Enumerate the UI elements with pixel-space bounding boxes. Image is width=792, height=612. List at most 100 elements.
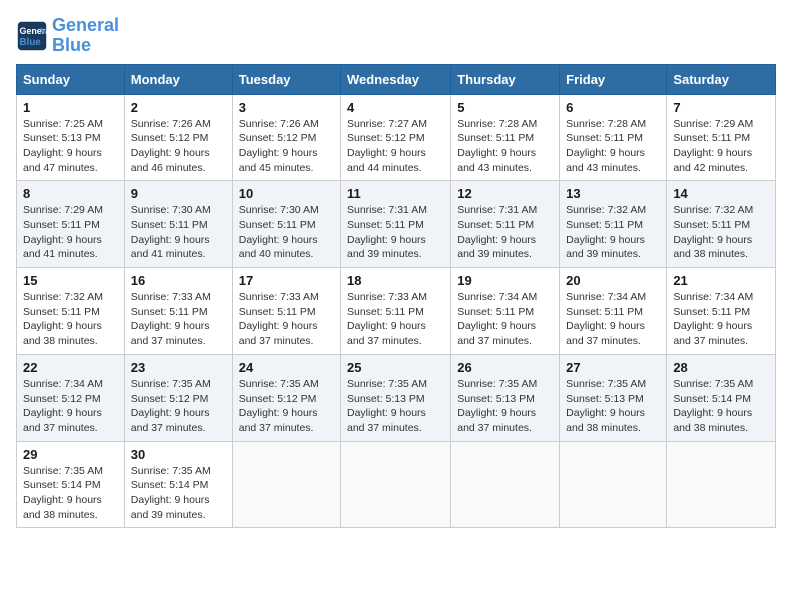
day-info: Sunrise: 7:30 AM Sunset: 5:11 PM Dayligh…: [131, 203, 226, 262]
calendar-day-cell: 5 Sunrise: 7:28 AM Sunset: 5:11 PM Dayli…: [451, 94, 560, 181]
day-info: Sunrise: 7:25 AM Sunset: 5:13 PM Dayligh…: [23, 117, 118, 176]
day-info: Sunrise: 7:35 AM Sunset: 5:14 PM Dayligh…: [131, 464, 226, 523]
calendar-week-row: 29 Sunrise: 7:35 AM Sunset: 5:14 PM Dayl…: [17, 441, 776, 528]
weekday-header-tuesday: Tuesday: [232, 64, 340, 94]
day-info: Sunrise: 7:29 AM Sunset: 5:11 PM Dayligh…: [673, 117, 769, 176]
day-info: Sunrise: 7:35 AM Sunset: 5:13 PM Dayligh…: [566, 377, 660, 436]
day-info: Sunrise: 7:31 AM Sunset: 5:11 PM Dayligh…: [457, 203, 553, 262]
calendar-day-cell: 23 Sunrise: 7:35 AM Sunset: 5:12 PM Dayl…: [124, 354, 232, 441]
weekday-header-wednesday: Wednesday: [341, 64, 451, 94]
day-number: 26: [457, 360, 553, 375]
weekday-header-saturday: Saturday: [667, 64, 776, 94]
day-info: Sunrise: 7:34 AM Sunset: 5:11 PM Dayligh…: [457, 290, 553, 349]
weekday-header-row: SundayMondayTuesdayWednesdayThursdayFrid…: [17, 64, 776, 94]
calendar-week-row: 8 Sunrise: 7:29 AM Sunset: 5:11 PM Dayli…: [17, 181, 776, 268]
day-info: Sunrise: 7:35 AM Sunset: 5:12 PM Dayligh…: [131, 377, 226, 436]
day-number: 20: [566, 273, 660, 288]
day-info: Sunrise: 7:33 AM Sunset: 5:11 PM Dayligh…: [239, 290, 334, 349]
calendar-day-cell: 4 Sunrise: 7:27 AM Sunset: 5:12 PM Dayli…: [341, 94, 451, 181]
day-number: 30: [131, 447, 226, 462]
calendar-day-cell: 7 Sunrise: 7:29 AM Sunset: 5:11 PM Dayli…: [667, 94, 776, 181]
day-info: Sunrise: 7:34 AM Sunset: 5:11 PM Dayligh…: [673, 290, 769, 349]
day-number: 2: [131, 100, 226, 115]
calendar-day-cell: 13 Sunrise: 7:32 AM Sunset: 5:11 PM Dayl…: [560, 181, 667, 268]
day-info: Sunrise: 7:26 AM Sunset: 5:12 PM Dayligh…: [239, 117, 334, 176]
day-number: 24: [239, 360, 334, 375]
header: General Blue GeneralBlue: [16, 16, 776, 56]
day-number: 7: [673, 100, 769, 115]
day-number: 21: [673, 273, 769, 288]
logo-name: GeneralBlue: [52, 16, 119, 56]
day-info: Sunrise: 7:32 AM Sunset: 5:11 PM Dayligh…: [23, 290, 118, 349]
calendar-day-cell: [232, 441, 340, 528]
calendar-week-row: 1 Sunrise: 7:25 AM Sunset: 5:13 PM Dayli…: [17, 94, 776, 181]
day-number: 15: [23, 273, 118, 288]
svg-text:Blue: Blue: [20, 37, 42, 48]
weekday-header-monday: Monday: [124, 64, 232, 94]
day-info: Sunrise: 7:35 AM Sunset: 5:13 PM Dayligh…: [347, 377, 444, 436]
day-number: 17: [239, 273, 334, 288]
calendar-day-cell: 11 Sunrise: 7:31 AM Sunset: 5:11 PM Dayl…: [341, 181, 451, 268]
day-info: Sunrise: 7:34 AM Sunset: 5:11 PM Dayligh…: [566, 290, 660, 349]
calendar-day-cell: 8 Sunrise: 7:29 AM Sunset: 5:11 PM Dayli…: [17, 181, 125, 268]
day-info: Sunrise: 7:35 AM Sunset: 5:14 PM Dayligh…: [673, 377, 769, 436]
calendar-day-cell: 9 Sunrise: 7:30 AM Sunset: 5:11 PM Dayli…: [124, 181, 232, 268]
day-info: Sunrise: 7:30 AM Sunset: 5:11 PM Dayligh…: [239, 203, 334, 262]
calendar-day-cell: 18 Sunrise: 7:33 AM Sunset: 5:11 PM Dayl…: [341, 268, 451, 355]
calendar-day-cell: 6 Sunrise: 7:28 AM Sunset: 5:11 PM Dayli…: [560, 94, 667, 181]
calendar-day-cell: 16 Sunrise: 7:33 AM Sunset: 5:11 PM Dayl…: [124, 268, 232, 355]
day-number: 29: [23, 447, 118, 462]
day-number: 9: [131, 186, 226, 201]
day-info: Sunrise: 7:35 AM Sunset: 5:13 PM Dayligh…: [457, 377, 553, 436]
day-number: 3: [239, 100, 334, 115]
day-number: 6: [566, 100, 660, 115]
day-info: Sunrise: 7:27 AM Sunset: 5:12 PM Dayligh…: [347, 117, 444, 176]
calendar-day-cell: 25 Sunrise: 7:35 AM Sunset: 5:13 PM Dayl…: [341, 354, 451, 441]
day-number: 14: [673, 186, 769, 201]
day-info: Sunrise: 7:31 AM Sunset: 5:11 PM Dayligh…: [347, 203, 444, 262]
day-info: Sunrise: 7:28 AM Sunset: 5:11 PM Dayligh…: [457, 117, 553, 176]
calendar-day-cell: 27 Sunrise: 7:35 AM Sunset: 5:13 PM Dayl…: [560, 354, 667, 441]
calendar-day-cell: 28 Sunrise: 7:35 AM Sunset: 5:14 PM Dayl…: [667, 354, 776, 441]
calendar-day-cell: [560, 441, 667, 528]
logo-icon: General Blue: [16, 20, 48, 52]
calendar-day-cell: [667, 441, 776, 528]
calendar-day-cell: 10 Sunrise: 7:30 AM Sunset: 5:11 PM Dayl…: [232, 181, 340, 268]
day-info: Sunrise: 7:26 AM Sunset: 5:12 PM Dayligh…: [131, 117, 226, 176]
day-number: 18: [347, 273, 444, 288]
calendar-day-cell: 20 Sunrise: 7:34 AM Sunset: 5:11 PM Dayl…: [560, 268, 667, 355]
calendar-day-cell: 1 Sunrise: 7:25 AM Sunset: 5:13 PM Dayli…: [17, 94, 125, 181]
calendar-day-cell: 3 Sunrise: 7:26 AM Sunset: 5:12 PM Dayli…: [232, 94, 340, 181]
calendar-day-cell: 19 Sunrise: 7:34 AM Sunset: 5:11 PM Dayl…: [451, 268, 560, 355]
day-number: 1: [23, 100, 118, 115]
day-number: 10: [239, 186, 334, 201]
calendar-day-cell: 26 Sunrise: 7:35 AM Sunset: 5:13 PM Dayl…: [451, 354, 560, 441]
day-number: 25: [347, 360, 444, 375]
day-info: Sunrise: 7:28 AM Sunset: 5:11 PM Dayligh…: [566, 117, 660, 176]
calendar-day-cell: 15 Sunrise: 7:32 AM Sunset: 5:11 PM Dayl…: [17, 268, 125, 355]
calendar-week-row: 22 Sunrise: 7:34 AM Sunset: 5:12 PM Dayl…: [17, 354, 776, 441]
day-info: Sunrise: 7:29 AM Sunset: 5:11 PM Dayligh…: [23, 203, 118, 262]
day-number: 27: [566, 360, 660, 375]
day-number: 8: [23, 186, 118, 201]
weekday-header-sunday: Sunday: [17, 64, 125, 94]
calendar-day-cell: 30 Sunrise: 7:35 AM Sunset: 5:14 PM Dayl…: [124, 441, 232, 528]
day-number: 11: [347, 186, 444, 201]
day-info: Sunrise: 7:33 AM Sunset: 5:11 PM Dayligh…: [347, 290, 444, 349]
calendar-table: SundayMondayTuesdayWednesdayThursdayFrid…: [16, 64, 776, 529]
weekday-header-friday: Friday: [560, 64, 667, 94]
day-info: Sunrise: 7:35 AM Sunset: 5:14 PM Dayligh…: [23, 464, 118, 523]
calendar-day-cell: 12 Sunrise: 7:31 AM Sunset: 5:11 PM Dayl…: [451, 181, 560, 268]
calendar-day-cell: [451, 441, 560, 528]
day-number: 19: [457, 273, 553, 288]
day-info: Sunrise: 7:33 AM Sunset: 5:11 PM Dayligh…: [131, 290, 226, 349]
day-number: 28: [673, 360, 769, 375]
day-number: 16: [131, 273, 226, 288]
calendar-week-row: 15 Sunrise: 7:32 AM Sunset: 5:11 PM Dayl…: [17, 268, 776, 355]
day-info: Sunrise: 7:34 AM Sunset: 5:12 PM Dayligh…: [23, 377, 118, 436]
calendar-day-cell: 22 Sunrise: 7:34 AM Sunset: 5:12 PM Dayl…: [17, 354, 125, 441]
day-number: 12: [457, 186, 553, 201]
calendar-day-cell: [341, 441, 451, 528]
logo: General Blue GeneralBlue: [16, 16, 119, 56]
calendar-day-cell: 2 Sunrise: 7:26 AM Sunset: 5:12 PM Dayli…: [124, 94, 232, 181]
